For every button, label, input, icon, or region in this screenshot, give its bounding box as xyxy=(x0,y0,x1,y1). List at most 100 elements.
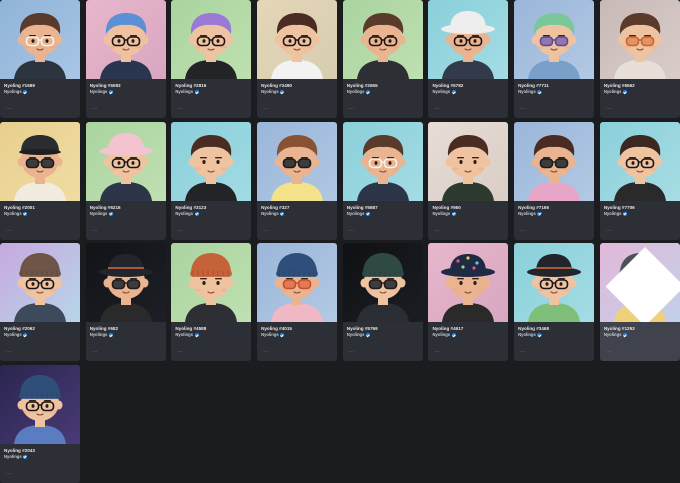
more-options-icon[interactable]: ··· xyxy=(6,471,12,476)
nft-card[interactable]: Nyoling #6216 Nyolings ··· xyxy=(85,121,166,240)
collection-name[interactable]: Nyolings xyxy=(432,332,450,338)
collection-name[interactable]: Nyolings xyxy=(518,89,536,95)
nft-avatar-image[interactable] xyxy=(85,0,166,79)
nft-avatar-image[interactable] xyxy=(428,121,509,201)
nft-avatar-image[interactable] xyxy=(257,243,338,322)
more-options-icon[interactable]: ··· xyxy=(434,228,440,233)
nft-card[interactable]: Nyoling #1293 Nyolings ··· xyxy=(599,243,680,361)
collection-name[interactable]: Nyolings xyxy=(604,89,622,95)
collection-name[interactable]: Nyolings xyxy=(4,211,22,217)
nft-card[interactable]: Nyoling #4588 Nyolings ··· xyxy=(171,243,252,361)
more-options-icon[interactable]: ··· xyxy=(520,228,526,233)
nft-avatar-image[interactable] xyxy=(428,243,509,322)
more-options-icon[interactable]: ··· xyxy=(606,228,612,233)
nft-avatar-image[interactable] xyxy=(171,243,252,322)
nft-card[interactable]: Nyoling #5083 Nyolings ··· xyxy=(85,0,166,118)
nft-avatar-image[interactable] xyxy=(342,243,423,322)
nft-card[interactable]: Nyoling #2043 Nyolings ··· xyxy=(0,364,80,483)
nft-card[interactable]: Nyoling #3123 Nyolings ··· xyxy=(171,121,252,240)
more-options-icon[interactable]: ··· xyxy=(606,107,612,112)
nft-card[interactable]: Nyoling #3468 Nyolings ··· xyxy=(514,243,595,361)
nft-avatar-image[interactable] xyxy=(85,121,166,201)
nft-avatar-image[interactable] xyxy=(514,0,595,79)
more-options-icon[interactable]: ··· xyxy=(263,228,269,233)
nft-card[interactable]: Nyoling #327 Nyolings ··· xyxy=(257,121,338,240)
collection-name[interactable]: Nyolings xyxy=(604,211,622,217)
nft-avatar-image[interactable] xyxy=(0,0,80,79)
collection-name[interactable]: Nyolings xyxy=(347,211,365,217)
collection-name[interactable]: Nyolings xyxy=(175,332,193,338)
collection-name[interactable]: Nyolings xyxy=(432,211,450,217)
more-options-icon[interactable]: ··· xyxy=(92,228,98,233)
nft-avatar-image[interactable] xyxy=(85,243,166,322)
nft-avatar-image[interactable] xyxy=(171,121,252,201)
nft-avatar-image[interactable] xyxy=(0,121,80,201)
nft-card[interactable]: Nyoling #1689 Nyolings ··· xyxy=(0,0,80,118)
collection-name[interactable]: Nyolings xyxy=(90,332,108,338)
nft-avatar-image[interactable] xyxy=(0,243,80,322)
nft-card[interactable]: Nyoling #4617 Nyolings ··· xyxy=(428,243,509,361)
more-options-icon[interactable]: ··· xyxy=(6,228,12,233)
more-options-icon[interactable]: ··· xyxy=(177,350,183,355)
collection-name[interactable]: Nyolings xyxy=(4,454,22,460)
nft-avatar-image[interactable] xyxy=(599,121,680,201)
nft-avatar-image[interactable] xyxy=(342,0,423,79)
collection-name[interactable]: Nyolings xyxy=(347,89,365,95)
more-options-icon[interactable]: ··· xyxy=(349,107,355,112)
nft-avatar-image[interactable] xyxy=(171,0,252,79)
nft-card[interactable]: Nyoling #2655 Nyolings ··· xyxy=(342,0,423,118)
nft-card[interactable]: Nyoling #2816 Nyolings ··· xyxy=(171,0,252,118)
nft-avatar-image[interactable] xyxy=(599,243,680,322)
collection-name[interactable]: Nyolings xyxy=(604,332,622,338)
more-options-icon[interactable]: ··· xyxy=(263,350,269,355)
more-options-icon[interactable]: ··· xyxy=(177,228,183,233)
collection-name[interactable]: Nyolings xyxy=(175,89,193,95)
nft-card[interactable]: Nyoling #7711 Nyolings ··· xyxy=(514,0,595,118)
collection-name[interactable]: Nyolings xyxy=(90,211,108,217)
collection-name[interactable]: Nyolings xyxy=(4,332,22,338)
more-options-icon[interactable]: ··· xyxy=(606,350,612,355)
nft-card[interactable]: Nyoling #2490 Nyolings ··· xyxy=(257,0,338,118)
nft-card[interactable]: Nyoling #7706 Nyolings ··· xyxy=(599,121,680,240)
more-options-icon[interactable]: ··· xyxy=(434,107,440,112)
nft-card[interactable]: Nyoling #5782 Nyolings ··· xyxy=(428,0,509,118)
more-options-icon[interactable]: ··· xyxy=(434,350,440,355)
more-options-icon[interactable]: ··· xyxy=(6,350,12,355)
more-options-icon[interactable]: ··· xyxy=(92,107,98,112)
nft-card[interactable]: Nyoling #682 Nyolings ··· xyxy=(85,243,166,361)
collection-name[interactable]: Nyolings xyxy=(261,211,279,217)
collection-name[interactable]: Nyolings xyxy=(432,89,450,95)
collection-name[interactable]: Nyolings xyxy=(518,211,536,217)
nft-card[interactable]: Nyoling #5687 Nyolings ··· xyxy=(342,121,423,240)
nft-avatar-image[interactable] xyxy=(257,0,338,79)
collection-name[interactable]: Nyolings xyxy=(347,332,365,338)
collection-name[interactable]: Nyolings xyxy=(4,89,22,95)
nft-card[interactable]: Nyoling #950 Nyolings ··· xyxy=(428,121,509,240)
collection-name[interactable]: Nyolings xyxy=(175,211,193,217)
nft-avatar-image[interactable] xyxy=(514,121,595,201)
more-options-icon[interactable]: ··· xyxy=(177,107,183,112)
collection-name[interactable]: Nyolings xyxy=(261,332,279,338)
nft-card[interactable]: Nyoling #2001 Nyolings ··· xyxy=(0,121,80,240)
collection-name[interactable]: Nyolings xyxy=(518,332,536,338)
nft-avatar-image[interactable] xyxy=(0,364,80,444)
nft-card[interactable]: Nyoling #7165 Nyolings ··· xyxy=(514,121,595,240)
nft-card[interactable]: Nyoling #2062 Nyolings ··· xyxy=(0,243,80,361)
more-options-icon[interactable]: ··· xyxy=(349,350,355,355)
nft-avatar-image[interactable] xyxy=(514,243,595,322)
more-options-icon[interactable]: ··· xyxy=(6,107,12,112)
nft-card[interactable]: Nyoling #6562 Nyolings ··· xyxy=(599,0,680,118)
collection-name[interactable]: Nyolings xyxy=(90,89,108,95)
nft-avatar-image[interactable] xyxy=(428,0,509,79)
nft-avatar-image[interactable] xyxy=(342,121,423,201)
nft-card[interactable]: Nyoling #5769 Nyolings ··· xyxy=(342,243,423,361)
more-options-icon[interactable]: ··· xyxy=(349,228,355,233)
more-options-icon[interactable]: ··· xyxy=(263,107,269,112)
more-options-icon[interactable]: ··· xyxy=(520,350,526,355)
nft-card[interactable]: Nyoling #4015 Nyolings ··· xyxy=(257,243,338,361)
more-options-icon[interactable]: ··· xyxy=(520,107,526,112)
nft-avatar-image[interactable] xyxy=(257,121,338,201)
more-options-icon[interactable]: ··· xyxy=(92,350,98,355)
nft-avatar-image[interactable] xyxy=(599,0,680,79)
collection-name[interactable]: Nyolings xyxy=(261,89,279,95)
